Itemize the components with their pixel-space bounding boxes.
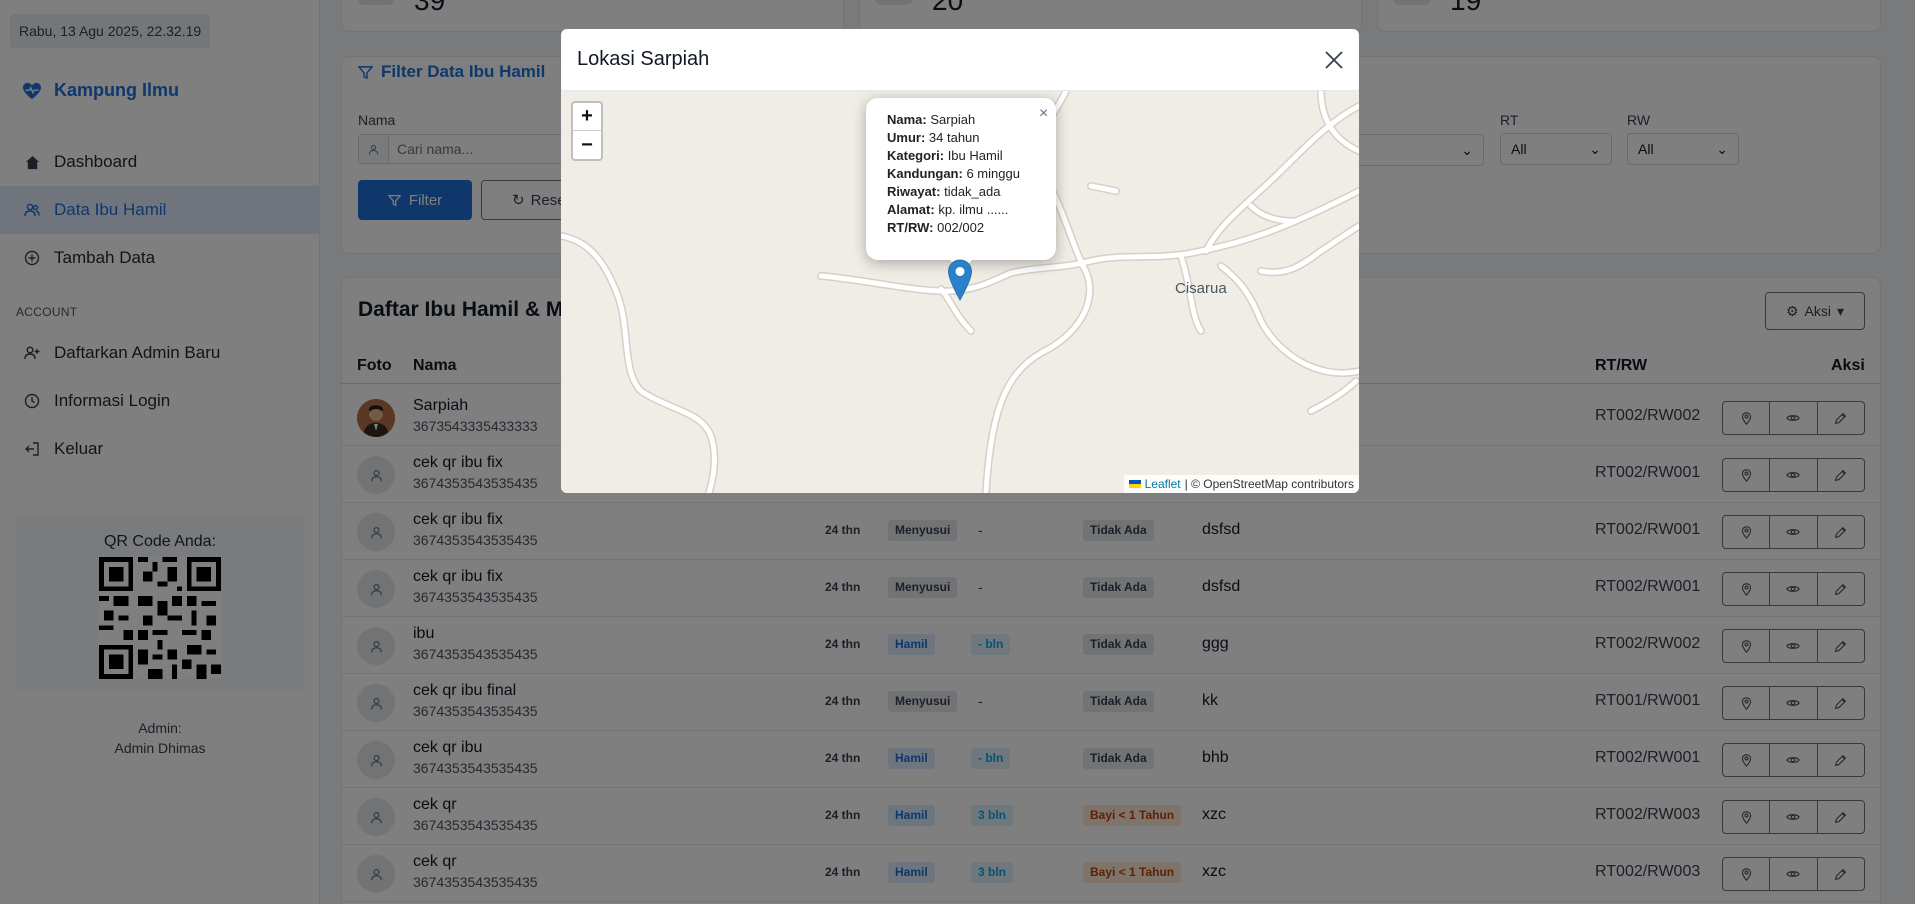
popup-value: Ibu Hamil	[947, 148, 1003, 163]
popup-row-rtrw: RT/RW: 002/002	[887, 219, 1056, 237]
map-popup: × Nama: Sarpiah Umur: 34 tahun Kategori:…	[866, 98, 1056, 260]
close-icon[interactable]	[1324, 50, 1344, 70]
popup-key: Umur:	[887, 130, 926, 145]
map-place-label: Cisarua	[1175, 280, 1227, 297]
ukraine-flag-icon	[1128, 480, 1141, 488]
popup-value: 34 tahun	[928, 130, 980, 145]
map-view[interactable]: Cisarua + − × Nama: Sarpiah Umur: 34 tah…	[561, 91, 1359, 493]
popup-key: Kandungan:	[887, 166, 963, 181]
popup-row-kategori: Kategori: Ibu Hamil	[887, 147, 1056, 165]
map-attribution: Leaflet | © OpenStreetMap contributors	[1123, 475, 1359, 493]
popup-key: Kategori:	[887, 148, 945, 163]
popup-value: 002/002	[937, 220, 985, 235]
modal-header: Lokasi Sarpiah	[561, 29, 1359, 91]
popup-value: Sarpiah	[930, 112, 976, 127]
zoom-out-button[interactable]: −	[573, 131, 601, 159]
popup-row-umur: Umur: 34 tahun	[887, 129, 1056, 147]
location-modal: Lokasi Sarpiah Cisarua + − × Nama: Sarpi…	[561, 29, 1359, 493]
popup-key: Riwayat:	[887, 184, 941, 199]
popup-key: Nama:	[887, 112, 927, 127]
popup-row-riwayat: Riwayat: tidak_ada	[887, 183, 1056, 201]
modal-title: Lokasi Sarpiah	[577, 48, 710, 70]
popup-row-nama: Nama: Sarpiah	[887, 111, 1056, 129]
popup-row-kandungan: Kandungan: 6 minggu	[887, 165, 1056, 183]
leaflet-link[interactable]: Leaflet	[1145, 475, 1181, 493]
zoom-control: + −	[571, 101, 603, 161]
popup-value: kp. ilmu ......	[938, 202, 1009, 217]
popup-value: 6 minggu	[966, 166, 1020, 181]
osm-attribution: | © OpenStreetMap contributors	[1184, 477, 1354, 491]
popup-key: RT/RW:	[887, 220, 934, 235]
popup-row-alamat: Alamat: kp. ilmu ......	[887, 201, 1056, 219]
map-marker-icon[interactable]	[947, 259, 973, 301]
zoom-in-button[interactable]: +	[573, 103, 601, 131]
popup-key: Alamat:	[887, 202, 935, 217]
popup-value: tidak_ada	[944, 184, 1001, 199]
popup-close-icon[interactable]: ×	[1039, 105, 1048, 123]
